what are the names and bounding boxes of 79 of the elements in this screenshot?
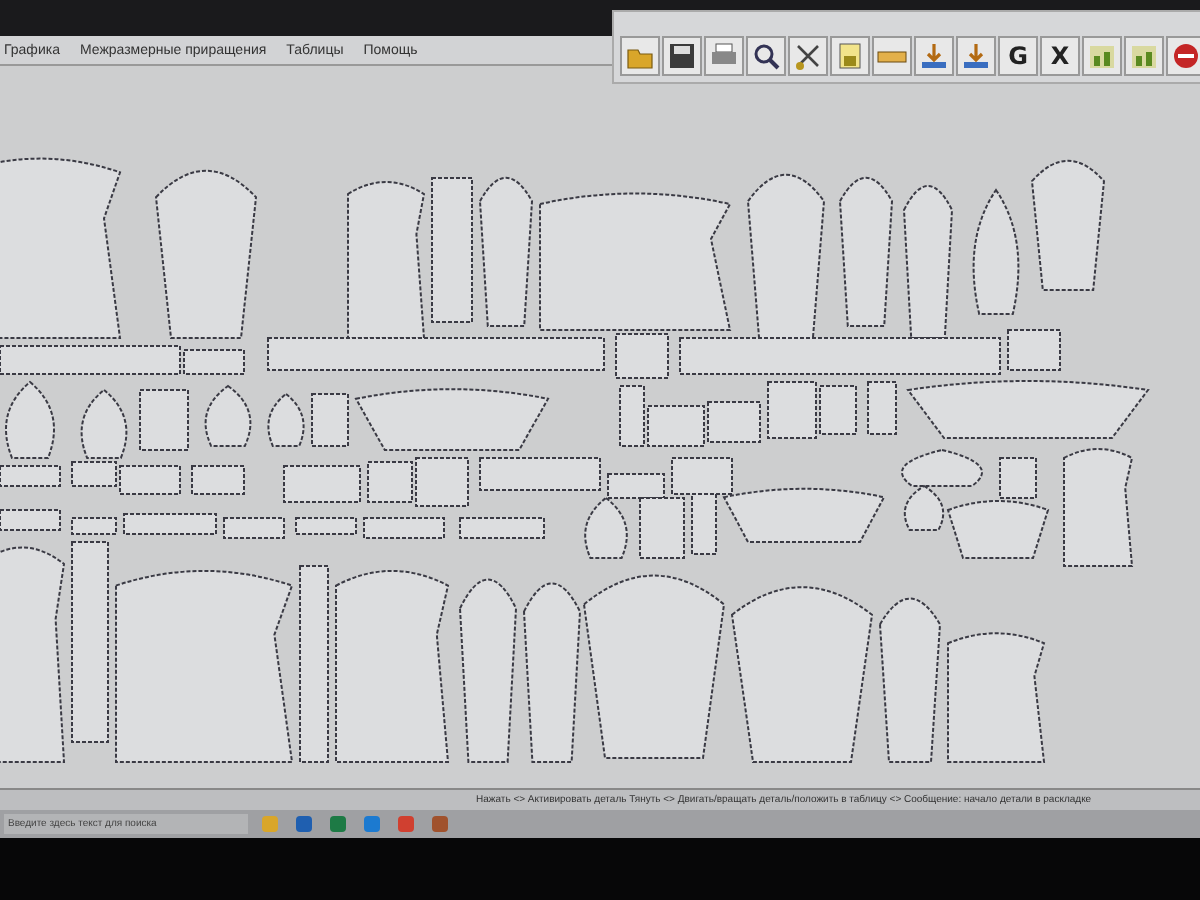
pattern-piece[interactable] xyxy=(80,389,128,459)
pattern-piece[interactable] xyxy=(191,465,245,495)
pattern-piece[interactable] xyxy=(415,457,469,507)
pattern-piece[interactable] xyxy=(839,176,893,327)
pattern-piece[interactable] xyxy=(347,181,425,339)
pattern-piece[interactable] xyxy=(731,586,873,763)
pattern-piece[interactable] xyxy=(0,546,65,763)
pattern-piece[interactable] xyxy=(679,337,1001,375)
down-arrow-icon xyxy=(918,40,950,72)
pattern-piece[interactable] xyxy=(1031,159,1105,291)
pattern-piece[interactable] xyxy=(139,389,189,451)
pattern-piece[interactable] xyxy=(295,517,357,535)
pattern-piece[interactable] xyxy=(155,169,257,339)
pattern-piece[interactable] xyxy=(459,517,545,539)
bar-chart-icon xyxy=(1086,40,1118,72)
pattern-piece[interactable] xyxy=(283,465,361,503)
pattern-piece[interactable] xyxy=(267,337,605,371)
pattern-piece[interactable] xyxy=(947,632,1045,763)
pattern-piece[interactable] xyxy=(972,189,1020,315)
pattern-piece[interactable] xyxy=(584,497,628,559)
pattern-piece[interactable] xyxy=(0,465,61,487)
pattern-piece[interactable] xyxy=(71,461,117,487)
pattern-piece[interactable] xyxy=(267,393,305,447)
pattern-piece[interactable] xyxy=(723,487,885,543)
pattern-piece[interactable] xyxy=(901,449,983,487)
pattern-piece[interactable] xyxy=(747,173,825,343)
pattern-piece[interactable] xyxy=(619,385,645,447)
bar-chart-icon xyxy=(1128,40,1160,72)
pattern-piece[interactable] xyxy=(999,457,1037,499)
pattern-piece[interactable] xyxy=(115,569,293,763)
pattern-piece[interactable] xyxy=(459,578,517,763)
pattern-piece[interactable] xyxy=(607,473,665,499)
pattern-piece[interactable] xyxy=(204,385,252,447)
pattern-piece[interactable] xyxy=(539,192,731,331)
pattern-piece[interactable] xyxy=(431,177,473,323)
pattern-piece[interactable] xyxy=(123,513,217,535)
search-icon xyxy=(750,40,782,72)
pattern-piece[interactable] xyxy=(1007,329,1061,371)
pattern-piece[interactable] xyxy=(71,541,109,743)
pattern-piece[interactable] xyxy=(819,385,857,435)
pattern-piece[interactable] xyxy=(71,517,117,535)
toolbar-button[interactable] xyxy=(1166,36,1200,76)
pattern-piece[interactable] xyxy=(335,569,449,763)
pattern-piece[interactable] xyxy=(903,185,953,339)
pattern-piece[interactable] xyxy=(0,509,61,531)
pattern-piece[interactable] xyxy=(767,381,817,439)
pattern-piece[interactable] xyxy=(615,333,669,379)
pattern-piece[interactable] xyxy=(647,405,705,447)
pattern-piece[interactable] xyxy=(363,517,445,539)
pattern-piece[interactable] xyxy=(355,388,549,451)
pattern-piece[interactable] xyxy=(1063,448,1133,567)
pattern-piece[interactable] xyxy=(0,345,181,375)
pattern-piece[interactable] xyxy=(183,349,245,375)
document-icon xyxy=(834,40,866,72)
pattern-piece[interactable] xyxy=(5,381,55,459)
pattern-piece[interactable] xyxy=(707,401,761,443)
pattern-piece[interactable] xyxy=(691,493,717,555)
pattern-piece[interactable] xyxy=(671,457,733,495)
pattern-piece[interactable] xyxy=(907,380,1149,439)
pattern-piece[interactable] xyxy=(903,485,945,531)
pattern-piece[interactable] xyxy=(867,381,897,435)
pattern-piece[interactable] xyxy=(879,597,941,763)
pattern-piece[interactable] xyxy=(119,465,181,495)
pattern-piece[interactable] xyxy=(523,582,581,763)
toolbar-button[interactable] xyxy=(662,36,702,76)
toolbar-button[interactable] xyxy=(746,36,786,76)
pattern-piece[interactable] xyxy=(223,517,285,539)
down-arrow-icon xyxy=(960,40,992,72)
pattern-piece[interactable] xyxy=(367,461,413,503)
pattern-piece[interactable] xyxy=(639,497,685,559)
pattern-piece[interactable] xyxy=(311,393,349,447)
toolbar-button[interactable] xyxy=(788,36,828,76)
pattern-piece[interactable] xyxy=(299,565,329,763)
minus-circle-icon xyxy=(1170,40,1200,72)
toolbar-button[interactable]: G xyxy=(998,36,1038,76)
toolbar-button[interactable]: X xyxy=(1040,36,1080,76)
scissors-icon xyxy=(792,40,824,72)
pattern-piece[interactable] xyxy=(479,457,601,491)
pattern-piece[interactable] xyxy=(479,176,533,327)
